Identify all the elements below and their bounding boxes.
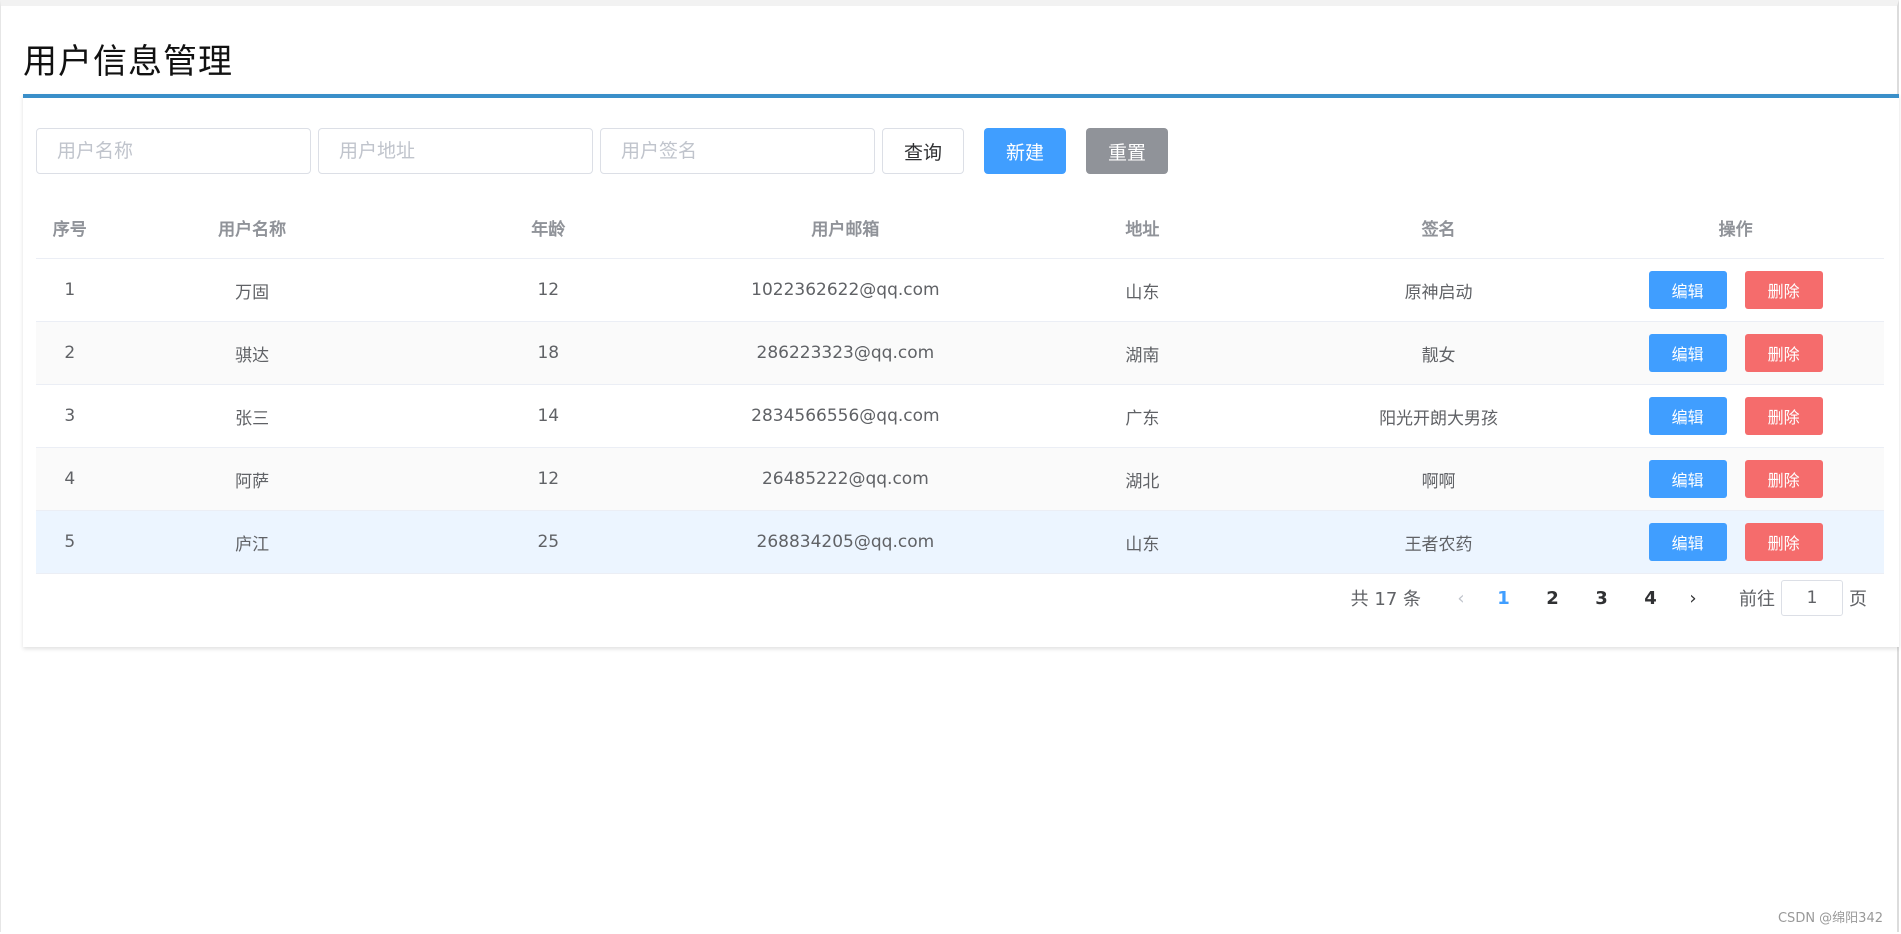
cell-age: 12 [400, 447, 696, 511]
page-number-2[interactable]: 2 [1528, 588, 1577, 609]
table-header-row: 序号 用户名称 年龄 用户邮箱 地址 签名 操作 [36, 196, 1884, 259]
delete-button[interactable]: 删除 [1744, 271, 1823, 309]
pagination-total: 共 17 条 [1350, 589, 1421, 610]
page-unit-label: 页 [1849, 589, 1867, 610]
cell-signature: 阳光开朗大男孩 [1289, 384, 1588, 448]
cell-index: 4 [36, 447, 104, 511]
header-index: 序号 [36, 196, 104, 259]
chevron-left-icon[interactable]: ‹ [1443, 588, 1479, 609]
new-button[interactable]: 新建 [984, 128, 1066, 174]
header-username: 用户名称 [103, 196, 401, 259]
table-row: 2 骐达 18 286223323@qq.com 湖南 靓女 编辑 删除 [36, 321, 1884, 385]
cell-operations: 编辑 删除 [1587, 447, 1884, 511]
cell-address: 山东 [994, 510, 1290, 574]
cell-signature: 靓女 [1289, 321, 1588, 385]
cell-username: 张三 [103, 384, 401, 448]
address-search-input[interactable] [318, 128, 593, 174]
header-signature: 签名 [1289, 196, 1588, 259]
edit-button[interactable]: 编辑 [1648, 523, 1727, 561]
cell-address: 湖北 [994, 447, 1290, 511]
cell-index: 2 [36, 321, 104, 385]
cell-signature: 啊啊 [1289, 447, 1588, 511]
page-title: 用户信息管理 [23, 42, 233, 82]
page-number-4[interactable]: 4 [1626, 588, 1675, 609]
app-frame: 用户信息管理 查询 新建 重置 序号 用户名称 年龄 用户邮箱 地址 签名 操作 [0, 0, 1899, 932]
user-table: 序号 用户名称 年龄 用户邮箱 地址 签名 操作 1 万固 12 1022362… [36, 196, 1884, 574]
signature-search-input[interactable] [600, 128, 875, 174]
cell-index: 1 [36, 258, 104, 322]
cell-age: 12 [400, 258, 696, 322]
goto-label: 前往 [1739, 589, 1775, 610]
cell-username: 庐江 [103, 510, 401, 574]
header-operations: 操作 [1587, 196, 1884, 259]
watermark: CSDN @绵阳342 [1777, 911, 1883, 926]
cell-age: 14 [400, 384, 696, 448]
table-row: 3 张三 14 2834566556@qq.com 广东 阳光开朗大男孩 编辑 … [36, 384, 1884, 448]
edit-button[interactable]: 编辑 [1648, 460, 1727, 498]
cell-username: 骐达 [103, 321, 401, 385]
delete-button[interactable]: 删除 [1744, 523, 1823, 561]
cell-address: 湖南 [994, 321, 1290, 385]
cell-email: 2834566556@qq.com [695, 384, 995, 448]
query-button[interactable]: 查询 [882, 128, 964, 174]
chevron-right-icon[interactable]: › [1675, 588, 1711, 609]
cell-operations: 编辑 删除 [1587, 510, 1884, 574]
page-number-3[interactable]: 3 [1577, 588, 1626, 609]
delete-button[interactable]: 删除 [1744, 334, 1823, 372]
cell-address: 山东 [994, 258, 1290, 322]
cell-address: 广东 [994, 384, 1290, 448]
edit-button[interactable]: 编辑 [1648, 334, 1727, 372]
delete-button[interactable]: 删除 [1744, 460, 1823, 498]
cell-username: 阿萨 [103, 447, 401, 511]
cell-email: 268834205@qq.com [695, 510, 995, 574]
pagination: 共 17 条 ‹ 1 2 3 4 › 前往 页 [1351, 578, 1867, 618]
cell-email: 286223323@qq.com [695, 321, 995, 385]
header-address: 地址 [994, 196, 1290, 259]
page-number-1[interactable]: 1 [1479, 588, 1528, 609]
table-row: 1 万固 12 1022362622@qq.com 山东 原神启动 编辑 删除 [36, 258, 1884, 322]
cell-operations: 编辑 删除 [1587, 321, 1884, 385]
cell-operations: 编辑 删除 [1587, 384, 1884, 448]
edit-button[interactable]: 编辑 [1648, 271, 1727, 309]
cell-operations: 编辑 删除 [1587, 258, 1884, 322]
cell-index: 5 [36, 510, 104, 574]
cell-age: 18 [400, 321, 696, 385]
goto-page-input[interactable] [1781, 580, 1843, 616]
header-email: 用户邮箱 [695, 196, 995, 259]
cell-username: 万固 [103, 258, 401, 322]
reset-button[interactable]: 重置 [1086, 128, 1168, 174]
cell-email: 26485222@qq.com [695, 447, 995, 511]
search-toolbar: 查询 新建 重置 [36, 128, 1168, 174]
cell-index: 3 [36, 384, 104, 448]
username-search-input[interactable] [36, 128, 311, 174]
table-row: 5 庐江 25 268834205@qq.com 山东 王者农药 编辑 删除 [36, 510, 1884, 574]
table-row: 4 阿萨 12 26485222@qq.com 湖北 啊啊 编辑 删除 [36, 447, 1884, 511]
edit-button[interactable]: 编辑 [1648, 397, 1727, 435]
header-age: 年龄 [400, 196, 696, 259]
user-management-card: 查询 新建 重置 序号 用户名称 年龄 用户邮箱 地址 签名 操作 1 万固 [23, 94, 1899, 647]
cell-signature: 原神启动 [1289, 258, 1588, 322]
cell-signature: 王者农药 [1289, 510, 1588, 574]
cell-age: 25 [400, 510, 696, 574]
delete-button[interactable]: 删除 [1744, 397, 1823, 435]
cell-email: 1022362622@qq.com [695, 258, 995, 322]
